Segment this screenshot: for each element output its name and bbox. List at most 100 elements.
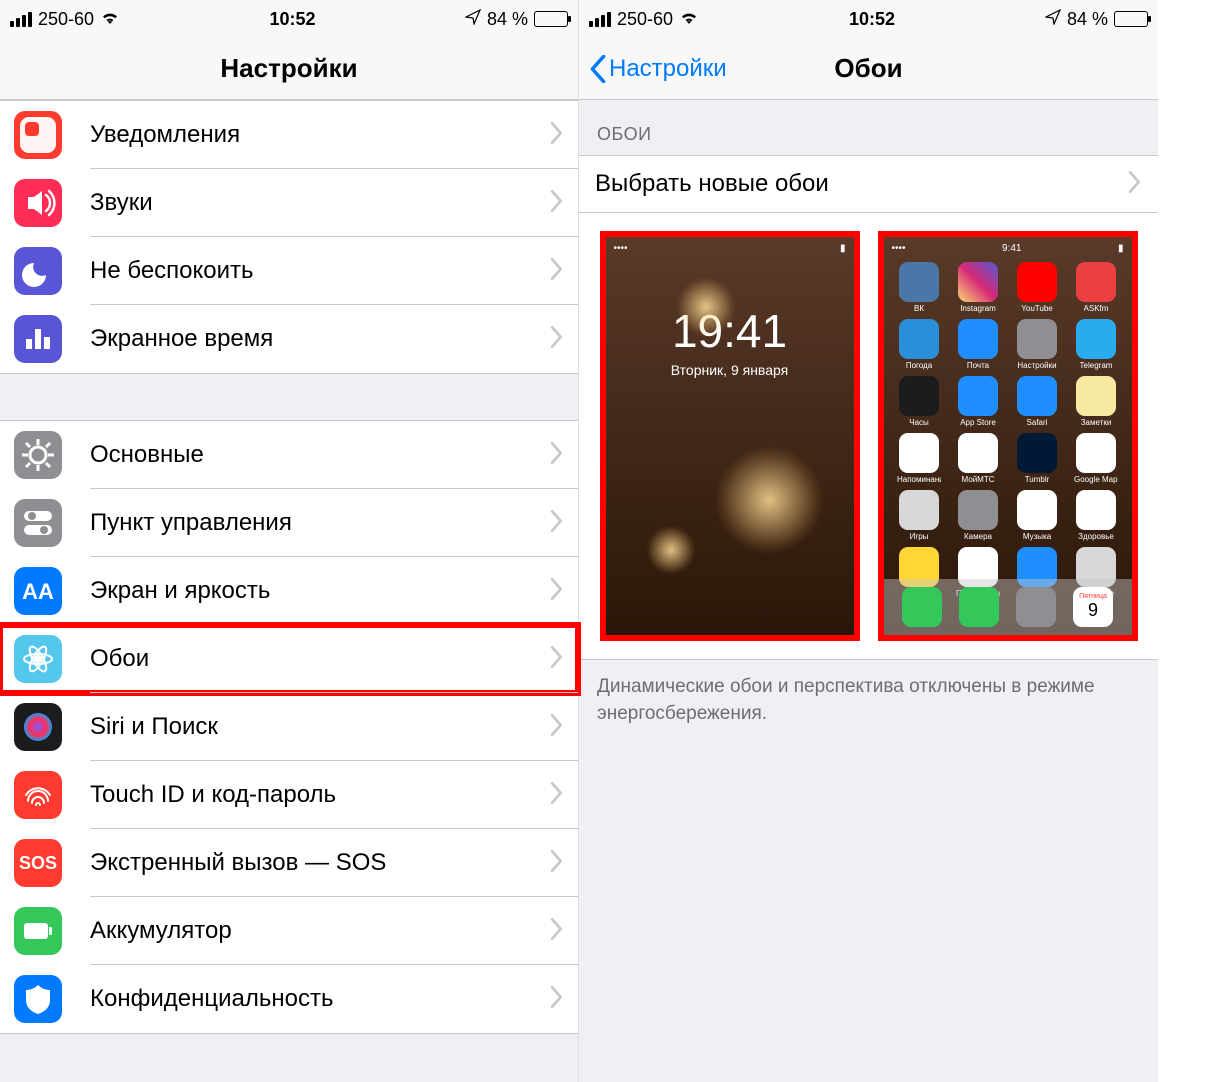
app-icon bbox=[1017, 262, 1057, 302]
settings-row-sounds[interactable]: Звуки bbox=[0, 169, 578, 237]
settings-row-wallpaper[interactable]: Обои bbox=[0, 625, 578, 693]
app-icon bbox=[899, 262, 939, 302]
chevron-right-icon bbox=[550, 578, 564, 605]
home-app: ASKfm bbox=[1071, 262, 1122, 313]
app-icon bbox=[958, 433, 998, 473]
carrier-label: 250-60 bbox=[617, 9, 673, 30]
row-label: Основные bbox=[90, 441, 550, 469]
location-icon bbox=[465, 9, 481, 30]
carrier-label: 250-60 bbox=[38, 9, 94, 30]
app-label: Tumblr bbox=[1025, 475, 1050, 484]
home-app: Настройки bbox=[1012, 319, 1063, 370]
back-label: Настройки bbox=[609, 55, 727, 83]
general-icon bbox=[14, 431, 62, 479]
battery-pct: 84 % bbox=[1067, 9, 1108, 30]
signal-icon bbox=[589, 12, 611, 27]
settings-group-1: УведомленияЗвуки Не беспокоить Экранное вр… bbox=[0, 100, 578, 374]
svg-text:SOS: SOS bbox=[19, 853, 57, 873]
notifications-icon bbox=[14, 111, 62, 159]
app-icon bbox=[899, 490, 939, 530]
home-app: Safari bbox=[1012, 376, 1063, 427]
app-label: Напоминания bbox=[897, 475, 941, 484]
app-icon bbox=[958, 319, 998, 359]
back-button[interactable]: Настройки bbox=[589, 55, 727, 83]
settings-row-dnd[interactable]: Не беспокоить bbox=[0, 237, 578, 305]
touchid-icon bbox=[14, 771, 62, 819]
home-app: Здоровье bbox=[1071, 490, 1122, 541]
app-label: Instagram bbox=[960, 304, 996, 313]
home-app: Игры bbox=[894, 490, 945, 541]
dock-app-icon bbox=[902, 587, 942, 627]
settings-row-siri[interactable]: Siri и Поиск bbox=[0, 693, 578, 761]
settings-row-screentime[interactable]: Экранное время bbox=[0, 305, 578, 373]
settings-row-display[interactable]: AA Экран и яркость bbox=[0, 557, 578, 625]
choose-wallpaper-row[interactable]: Выбрать новые обои bbox=[579, 155, 1158, 213]
settings-row-controlcenter[interactable]: Пункт управления bbox=[0, 489, 578, 557]
chevron-right-icon bbox=[550, 190, 564, 217]
app-icon bbox=[1076, 376, 1116, 416]
svg-text:AA: AA bbox=[22, 579, 54, 604]
chevron-right-icon bbox=[550, 986, 564, 1013]
wifi-icon bbox=[100, 9, 120, 30]
settings-row-battery[interactable]: Аккумулятор bbox=[0, 897, 578, 965]
battery-icon bbox=[534, 11, 568, 27]
app-icon bbox=[1017, 490, 1057, 530]
lockscreen-preview[interactable]: ••••▮ 19:41 Вторник, 9 января bbox=[600, 231, 860, 641]
app-icon bbox=[958, 376, 998, 416]
battery-icon bbox=[1114, 11, 1148, 27]
home-app: Instagram bbox=[953, 262, 1004, 313]
dock-app-icon bbox=[959, 587, 999, 627]
home-app: App Store bbox=[953, 376, 1004, 427]
row-label: Siri и Поиск bbox=[90, 713, 550, 741]
chevron-right-icon bbox=[550, 646, 564, 673]
wallpaper-previews: ••••▮ 19:41 Вторник, 9 января ••••9:41▮ … bbox=[579, 213, 1158, 660]
dock-app-icon bbox=[1016, 587, 1056, 627]
status-time: 10:52 bbox=[849, 9, 895, 30]
home-app: Telegram bbox=[1071, 319, 1122, 370]
chevron-right-icon bbox=[550, 122, 564, 149]
dnd-icon bbox=[14, 247, 62, 295]
app-label: Настройки bbox=[1017, 361, 1056, 370]
app-label: Музыка bbox=[1023, 532, 1051, 541]
settings-row-touchid[interactable]: Touch ID и код-пароль bbox=[0, 761, 578, 829]
app-label: Почта bbox=[967, 361, 989, 370]
home-app: Камера bbox=[953, 490, 1004, 541]
sos-icon: SOS bbox=[14, 839, 62, 887]
home-preview-time: 9:41 bbox=[1002, 243, 1021, 254]
nav-bar: Настройки Обои bbox=[579, 38, 1158, 100]
row-label: Экран и яркость bbox=[90, 577, 550, 605]
row-label: Конфиденциальность bbox=[90, 985, 550, 1013]
chevron-right-icon bbox=[1128, 171, 1142, 198]
home-app: Tumblr bbox=[1012, 433, 1063, 484]
app-icon bbox=[1076, 490, 1116, 530]
row-label: Не беспокоить bbox=[90, 257, 550, 285]
home-app: Музыка bbox=[1012, 490, 1063, 541]
wifi-icon bbox=[679, 9, 699, 30]
chevron-right-icon bbox=[550, 258, 564, 285]
section-header: ОБОИ bbox=[579, 100, 1158, 155]
app-icon bbox=[1017, 376, 1057, 416]
chevron-right-icon bbox=[550, 326, 564, 353]
homescreen-preview[interactable]: ••••9:41▮ ВКInstagramYouTubeASKfmПогодаП… bbox=[878, 231, 1138, 641]
home-app: ВК bbox=[894, 262, 945, 313]
settings-row-general[interactable]: Основные bbox=[0, 421, 578, 489]
choose-wallpaper-label: Выбрать новые обои bbox=[595, 170, 1128, 198]
settings-row-sos[interactable]: SOSЭкстренный вызов — SOS bbox=[0, 829, 578, 897]
app-label: Safari bbox=[1027, 418, 1048, 427]
app-label: App Store bbox=[960, 418, 996, 427]
status-time: 10:52 bbox=[269, 9, 315, 30]
nav-bar: Настройки bbox=[0, 38, 578, 100]
sounds-icon bbox=[14, 179, 62, 227]
siri-icon bbox=[14, 703, 62, 751]
settings-row-notifications[interactable]: Уведомления bbox=[0, 101, 578, 169]
app-label: Telegram bbox=[1080, 361, 1113, 370]
screentime-icon bbox=[14, 315, 62, 363]
settings-row-privacy[interactable]: Конфиденциальность bbox=[0, 965, 578, 1033]
app-icon bbox=[899, 319, 939, 359]
row-label: Пункт управления bbox=[90, 509, 550, 537]
app-icon bbox=[1017, 319, 1057, 359]
app-label: Камера bbox=[964, 532, 992, 541]
row-label: Touch ID и код-пароль bbox=[90, 781, 550, 809]
nav-title: Обои bbox=[834, 53, 902, 84]
app-label: Игры bbox=[910, 532, 929, 541]
